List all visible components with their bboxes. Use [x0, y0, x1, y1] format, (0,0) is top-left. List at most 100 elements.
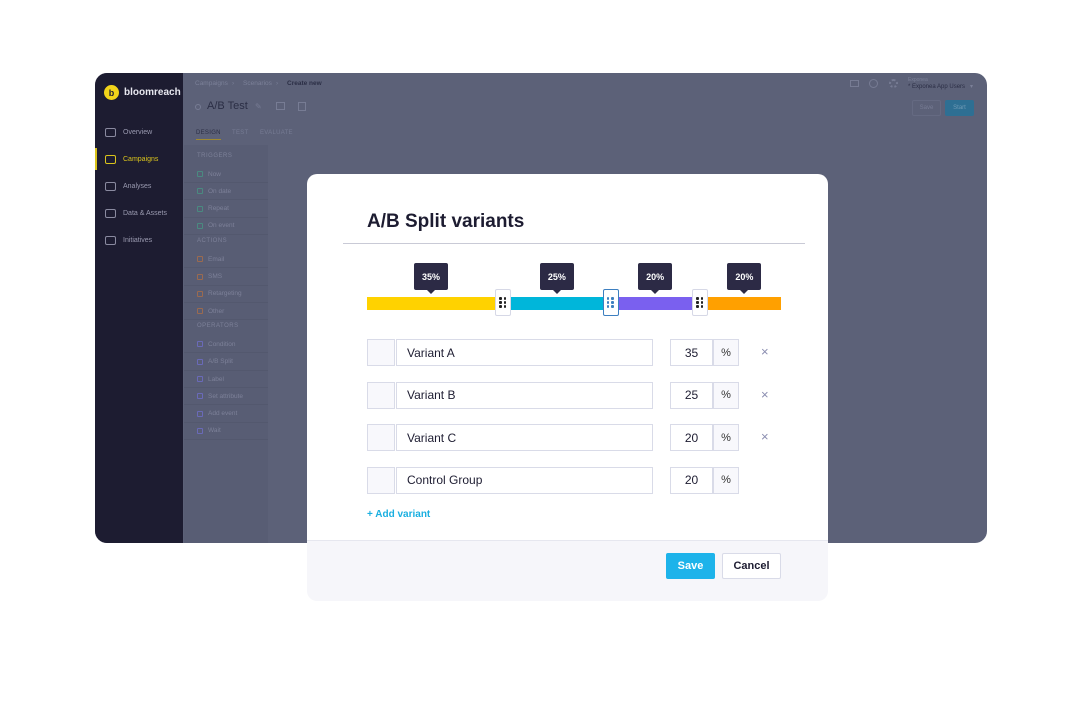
variant-row: Control Group 20% — [367, 466, 777, 494]
palette-item-add-event[interactable]: Add event — [184, 406, 268, 423]
variant-row: Variant B 25% × — [367, 381, 777, 409]
variant-name-input[interactable]: Variant A — [396, 339, 653, 366]
cancel-button[interactable]: Cancel — [722, 553, 781, 579]
split-drag-handle[interactable] — [691, 289, 708, 316]
dialog-title: A/B Split variants — [367, 211, 525, 232]
variant-name-input[interactable]: Control Group — [396, 466, 653, 494]
palette-item-wait[interactable]: Wait — [184, 423, 268, 440]
folder-icon[interactable] — [276, 102, 285, 110]
palette-item-email[interactable]: Email — [184, 251, 268, 269]
color-swatch-button[interactable] — [367, 466, 395, 494]
breadcrumb-current: Create new — [287, 80, 322, 87]
save-button[interactable]: Save — [666, 553, 715, 579]
palette-item-label: Now — [208, 170, 222, 178]
palette-item-label: Set attribute — [208, 392, 244, 400]
node-icon — [197, 205, 203, 212]
close-icon[interactable]: × — [761, 429, 769, 444]
status-icon — [195, 104, 201, 110]
header-start-button[interactable]: Start — [945, 100, 974, 116]
chat-icon[interactable] — [850, 80, 859, 87]
palette-item-label: Repeat — [208, 205, 229, 213]
folder-icon — [105, 235, 116, 245]
sidebar-item-campaigns[interactable]: Campaigns — [95, 148, 183, 170]
split-percent-tooltip: 25% — [539, 263, 574, 294]
scenario-title: A/B Test — [207, 100, 248, 112]
gear-icon[interactable] — [889, 79, 898, 88]
palette-item-label: Label — [208, 375, 224, 383]
palette-item-other[interactable]: Other — [184, 303, 268, 321]
breadcrumb-scenarios[interactable]: Scenarios — [243, 80, 272, 87]
palette-item-label: SMS — [208, 273, 223, 280]
add-variant-link[interactable]: + Add variant — [367, 509, 430, 520]
breadcrumb-campaigns[interactable]: Campaigns — [195, 80, 228, 87]
sidebar-item-data-assets[interactable]: Data & Assets — [95, 202, 183, 224]
node-icon — [197, 188, 203, 195]
tab-design[interactable]: DESIGN — [196, 130, 221, 140]
close-icon[interactable]: × — [761, 387, 769, 402]
palette-item-a-b-split[interactable]: A/B Split — [184, 354, 268, 371]
color-swatch-button[interactable] — [367, 381, 395, 409]
edit-icon[interactable]: ✎ — [255, 102, 262, 111]
logo[interactable]: b bloomreach — [104, 85, 181, 100]
percent-unit: % — [713, 381, 739, 409]
node-icon — [197, 393, 203, 400]
palette-item-label: Wait — [208, 427, 221, 435]
help-icon[interactable] — [869, 79, 878, 88]
color-swatch-button[interactable] — [367, 424, 395, 451]
palette-item-sms[interactable]: SMS — [184, 269, 268, 286]
project-select[interactable]: * Exponea App Users — [908, 84, 965, 90]
palette-item-retargeting[interactable]: Retargeting — [184, 286, 268, 303]
sidebar-item-analyses[interactable]: Analyses — [95, 175, 183, 197]
split-percent-tooltip: 20% — [638, 263, 673, 294]
tab-test[interactable]: TEST — [232, 130, 249, 136]
tab-evaluate[interactable]: EVALUATE — [260, 130, 293, 136]
node-icon — [197, 358, 203, 365]
palette-item-label: A/B Split — [208, 358, 233, 366]
palette-item-label: Retargeting — [208, 290, 242, 298]
variant-percent-input[interactable]: 35 — [670, 339, 713, 366]
palette-item-label[interactable]: Label — [184, 371, 268, 388]
node-icon — [197, 410, 203, 417]
sidebar-item-label: Data & Assets — [123, 209, 167, 217]
variant-name-input[interactable]: Variant C — [396, 424, 653, 451]
node-icon — [197, 222, 203, 229]
split-segment — [511, 297, 603, 310]
chevron-down-icon[interactable]: ▾ — [970, 83, 973, 90]
node-icon — [197, 341, 203, 348]
copy-icon[interactable] — [298, 102, 306, 111]
drag-handle-icon — [499, 297, 507, 308]
sidebar-item-label: Analyses — [123, 182, 152, 190]
brand-name: bloomreach — [124, 87, 181, 98]
palette-item-label: Condition — [208, 340, 236, 348]
close-icon[interactable]: × — [761, 344, 769, 359]
split-drag-handle[interactable] — [495, 289, 512, 316]
variant-percent-input[interactable]: 20 — [670, 466, 713, 494]
sidebar-item-overview[interactable]: Overview — [95, 121, 183, 143]
palette-item-set-attribute[interactable]: Set attribute — [184, 388, 268, 406]
database-icon — [105, 208, 116, 218]
sidebar-item-initiatives[interactable]: Initiatives — [95, 229, 183, 251]
palette-item-now[interactable]: Now — [184, 166, 268, 183]
split-segment — [367, 297, 496, 310]
sidebar-item-label: Campaigns — [123, 155, 159, 163]
divider — [343, 243, 805, 244]
bloomreach-logo-icon: b — [104, 85, 119, 100]
palette-item-on-event[interactable]: On event — [184, 218, 268, 235]
palette-item-on-date[interactable]: On date — [184, 183, 268, 201]
split-drag-handle[interactable] — [602, 289, 619, 316]
palette-item-condition[interactable]: Condition — [184, 336, 268, 354]
variant-percent-input[interactable]: 20 — [670, 424, 713, 451]
split-segment — [707, 297, 781, 310]
breadcrumb-separator: › — [232, 80, 235, 87]
split-segment — [618, 297, 692, 310]
palette-item-label: On date — [208, 187, 232, 195]
node-icon — [197, 290, 203, 297]
percent-unit: % — [713, 466, 739, 494]
variant-percent-input[interactable]: 25 — [670, 381, 713, 409]
variant-name-input[interactable]: Variant B — [396, 381, 653, 409]
node-icon — [197, 171, 203, 177]
color-swatch-button[interactable] — [367, 339, 395, 366]
ab-split-dialog: A/B Split variants + Add variant Save Ca… — [307, 174, 828, 601]
header-save-button[interactable]: Save — [912, 100, 941, 116]
palette-item-repeat[interactable]: Repeat — [184, 201, 268, 218]
